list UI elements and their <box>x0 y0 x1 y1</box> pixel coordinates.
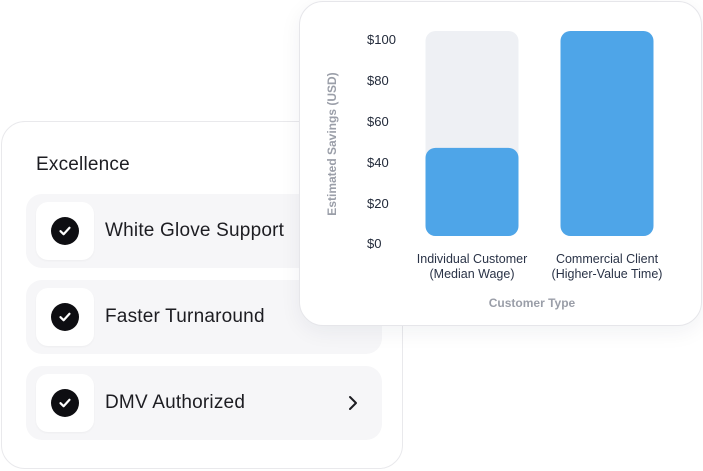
excellence-title: Excellence <box>36 154 130 175</box>
savings-bar-chart: $0 $20 $40 $60 $80 $100 Estimated Savings (USD… <box>325 31 663 310</box>
bar[interactable] <box>560 31 654 236</box>
y-tick-label: $60 <box>367 114 389 129</box>
bar[interactable] <box>425 147 519 236</box>
check-circle-icon <box>51 389 79 417</box>
y-tick-label: $40 <box>367 155 389 170</box>
check-circle-icon <box>51 217 79 245</box>
x-category-label: Commercial Client (Higher-Value Time) <box>552 252 663 281</box>
feature-item-dmv-authorized[interactable]: DMV Authorized <box>26 366 382 440</box>
y-axis-title: Estimated Savings (USD) <box>325 72 339 215</box>
feature-label: DMV Authorized <box>105 392 246 413</box>
y-tick-label: $0 <box>367 236 381 251</box>
check-tile <box>36 374 94 432</box>
y-tick-label: $80 <box>367 73 389 88</box>
chevron-right-icon[interactable] <box>344 393 362 413</box>
feature-label: Faster Turnaround <box>105 306 265 327</box>
x-category-label: Individual Customer (Median Wage) <box>417 252 527 281</box>
check-circle-icon <box>51 303 79 331</box>
y-tick-label: $100 <box>367 32 396 47</box>
feature-label: White Glove Support <box>105 220 285 241</box>
stage: Excellence White Glove Support Faster Tu… <box>0 0 703 471</box>
y-tick-label: $20 <box>367 196 389 211</box>
x-axis-title: Customer Type <box>489 296 576 310</box>
check-tile <box>36 288 94 346</box>
check-tile <box>36 202 94 260</box>
savings-chart-card: $0 $20 $40 $60 $80 $100 Estimated Savings (USD… <box>299 1 702 326</box>
